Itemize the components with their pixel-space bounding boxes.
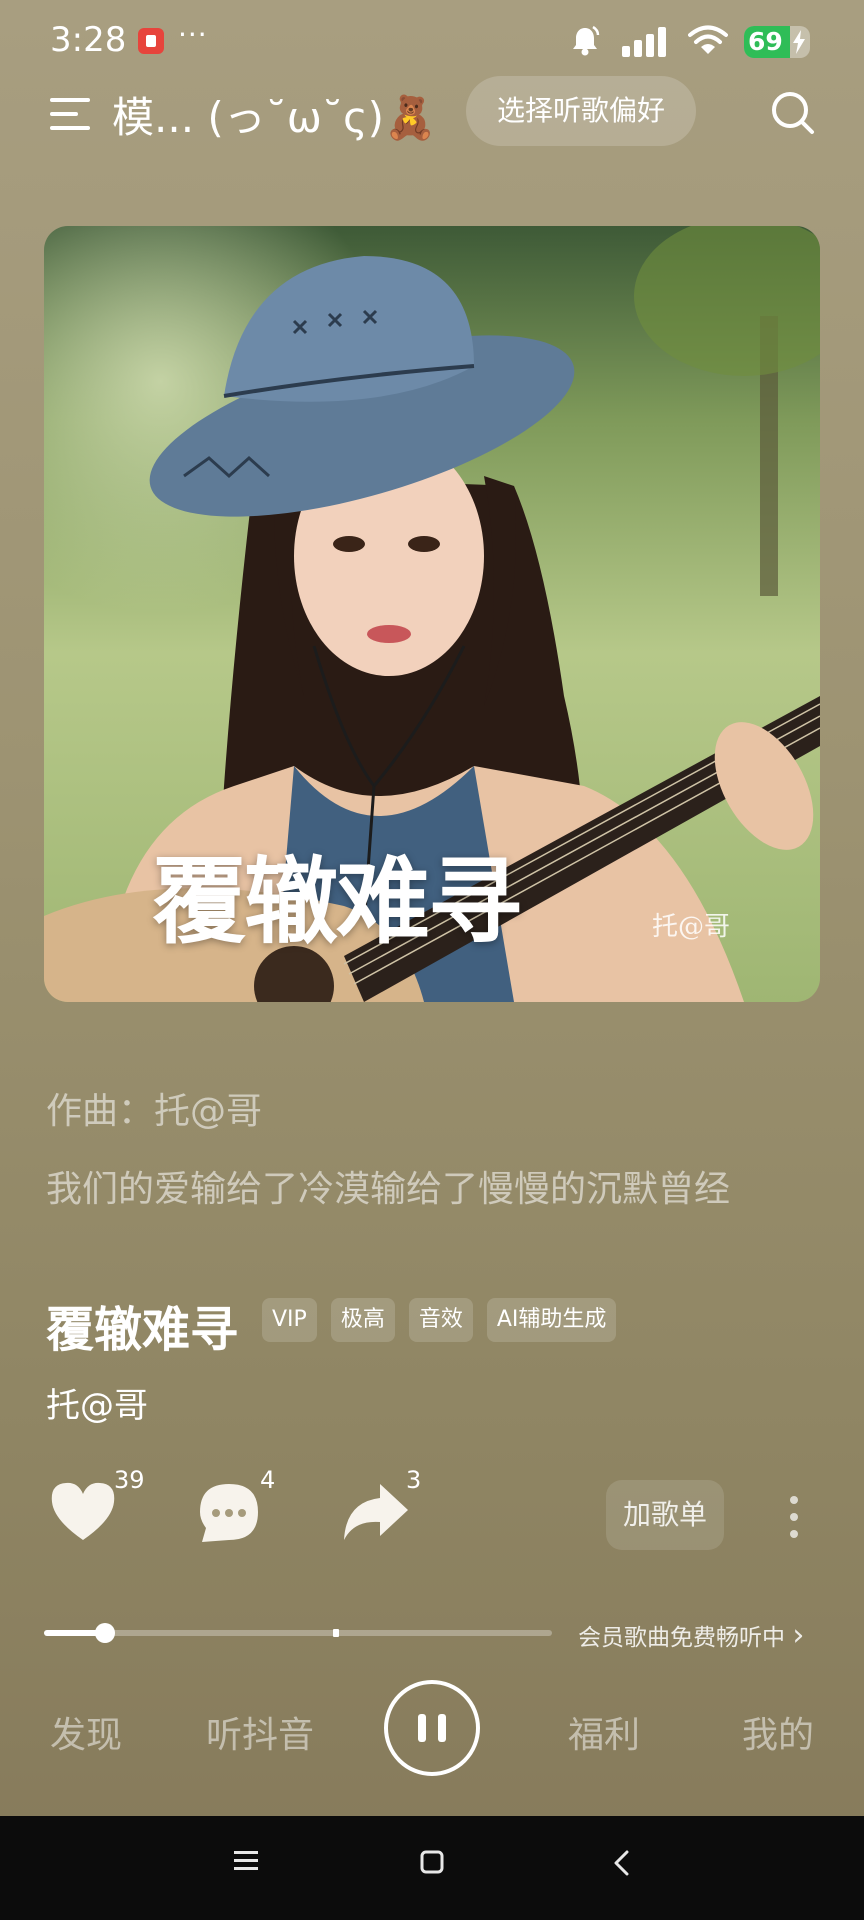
status-time: 3:28 [50, 20, 127, 60]
like-count: 39 [114, 1466, 145, 1494]
tag-ai-generated[interactable]: AI辅助生成 [486, 1298, 617, 1342]
progress-knob[interactable] [94, 1623, 115, 1643]
nav-welfare[interactable]: 福利 [568, 1706, 640, 1758]
cover-signature: 托@哥 [652, 912, 731, 942]
nav-discover[interactable]: 发现 [50, 1706, 122, 1758]
share-count: 3 [406, 1466, 422, 1494]
header: 模... (っ˘ω˘ς)🧸 选择听歌偏好 [0, 76, 864, 152]
wifi-icon [688, 25, 728, 54]
share-button[interactable]: 3 [340, 1466, 421, 1548]
share-icon [344, 1484, 408, 1540]
nav-mine[interactable]: 我的 [742, 1706, 814, 1758]
composer-credit[interactable]: 作曲：托@哥 [46, 1082, 262, 1134]
more-notifications-icon: ··· [178, 18, 208, 51]
battery-charging-icon [793, 30, 805, 54]
heart-icon [51, 1482, 115, 1540]
system-navigation-bar [0, 1816, 864, 1920]
progress-buffer-marker [333, 1629, 340, 1637]
pause-icon [418, 1714, 426, 1742]
battery-indicator: 69 [744, 26, 810, 58]
preference-button[interactable]: 选择听歌偏好 [466, 76, 696, 146]
bottom-nav: 发现 听抖音 福利 我的 [0, 1676, 864, 1816]
search-icon[interactable] [770, 90, 816, 136]
comment-count: 4 [260, 1466, 276, 1494]
app-notification-icon [138, 28, 164, 54]
menu-icon[interactable] [50, 94, 90, 134]
artist-name[interactable]: 托@哥 [46, 1378, 148, 1427]
back-chevron-icon[interactable] [612, 1850, 630, 1876]
cover-title: 覆辙难寻 [152, 847, 522, 957]
page-title[interactable]: 模... (っ˘ω˘ς)🧸 [112, 84, 436, 145]
tag-vip[interactable]: VIP [262, 1298, 317, 1342]
bell-icon [573, 25, 600, 56]
like-button[interactable]: 39 [48, 1466, 145, 1548]
album-cover[interactable]: 覆辙难寻 托@哥 [44, 226, 820, 1002]
more-vertical-icon[interactable] [782, 1494, 806, 1540]
home-square-icon[interactable] [420, 1850, 444, 1874]
song-title[interactable]: 覆辙难寻 [46, 1290, 238, 1360]
pause-icon-bar [438, 1714, 446, 1742]
chevron-right-icon: › [792, 1618, 805, 1653]
tag-sound-effect[interactable]: 音效 [408, 1298, 473, 1342]
menu-lines-icon[interactable] [234, 1850, 260, 1872]
vip-note-text: 会员歌曲免费畅听中 [578, 1625, 785, 1651]
song-tags: VIP 极高 音效 AI辅助生成 [262, 1298, 617, 1342]
battery-level: 69 [748, 27, 783, 56]
signal-icon [622, 27, 666, 57]
add-to-playlist-button[interactable]: 加歌单 [606, 1480, 724, 1550]
comment-button[interactable]: 4 [196, 1466, 275, 1550]
comment-icon [200, 1484, 258, 1542]
progress-bar[interactable] [44, 1623, 552, 1643]
nav-listen-douyin[interactable]: 听抖音 [206, 1706, 314, 1758]
lyric-line[interactable]: 我们的爱输给了冷漠输给了慢慢的沉默曾经 [46, 1160, 730, 1212]
tag-quality[interactable]: 极高 [330, 1298, 395, 1342]
status-bar: 3:28 ··· 69 [0, 0, 864, 84]
play-pause-button[interactable] [384, 1680, 480, 1776]
vip-free-listening-link[interactable]: 会员歌曲免费畅听中 › [578, 1618, 804, 1653]
